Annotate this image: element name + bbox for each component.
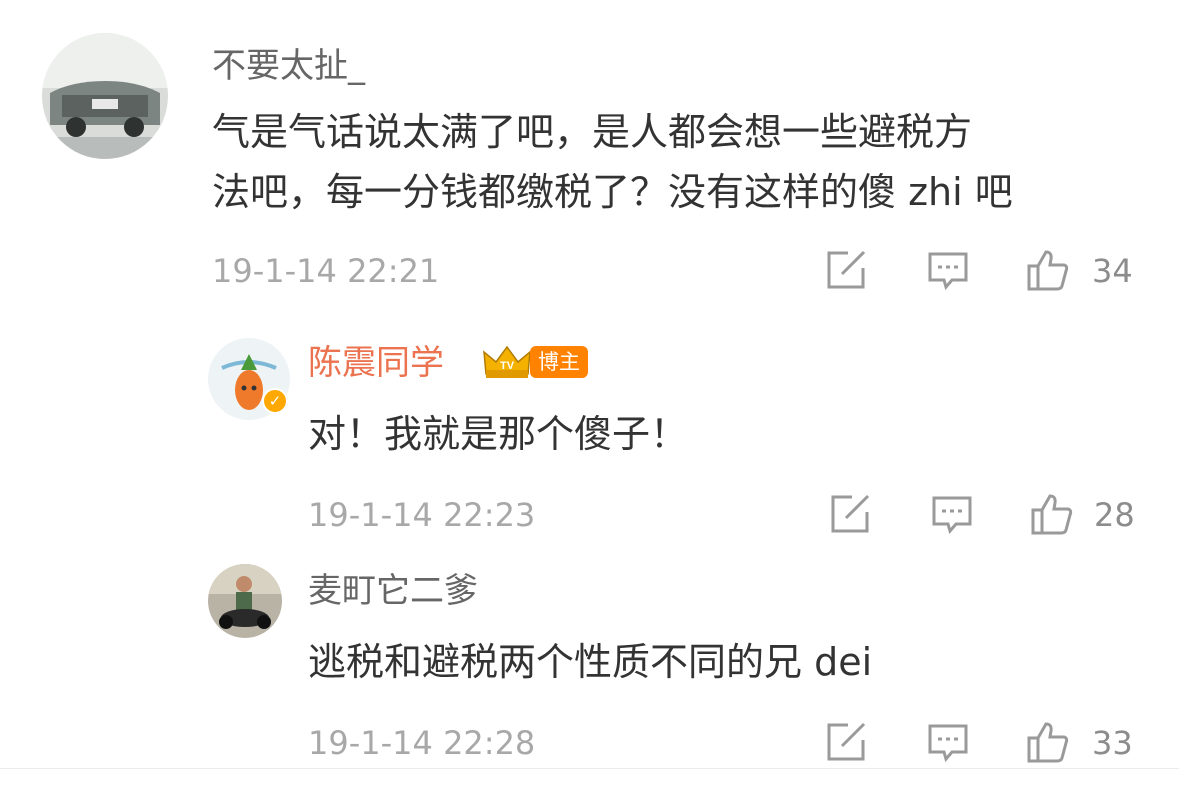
timestamp: 19-1-14 22:28 <box>308 724 536 762</box>
like-icon[interactable] <box>1026 720 1070 764</box>
divider <box>0 768 1179 769</box>
username[interactable]: 麦町它二爹 <box>308 574 478 608</box>
comment-icon[interactable] <box>926 720 970 764</box>
comment-item: 麦町它二爹 逃税和避税两个性质不同的兄 dei 19-1-14 22:28 33 <box>0 0 1179 796</box>
comment-text-line: 逃税和避税两个性质不同的兄 dei <box>308 640 873 684</box>
comment-text: 逃税和避税两个性质不同的兄 dei <box>308 632 1148 692</box>
share-icon[interactable] <box>824 720 868 764</box>
avatar[interactable] <box>208 564 282 638</box>
like-count: 33 <box>1092 724 1133 762</box>
